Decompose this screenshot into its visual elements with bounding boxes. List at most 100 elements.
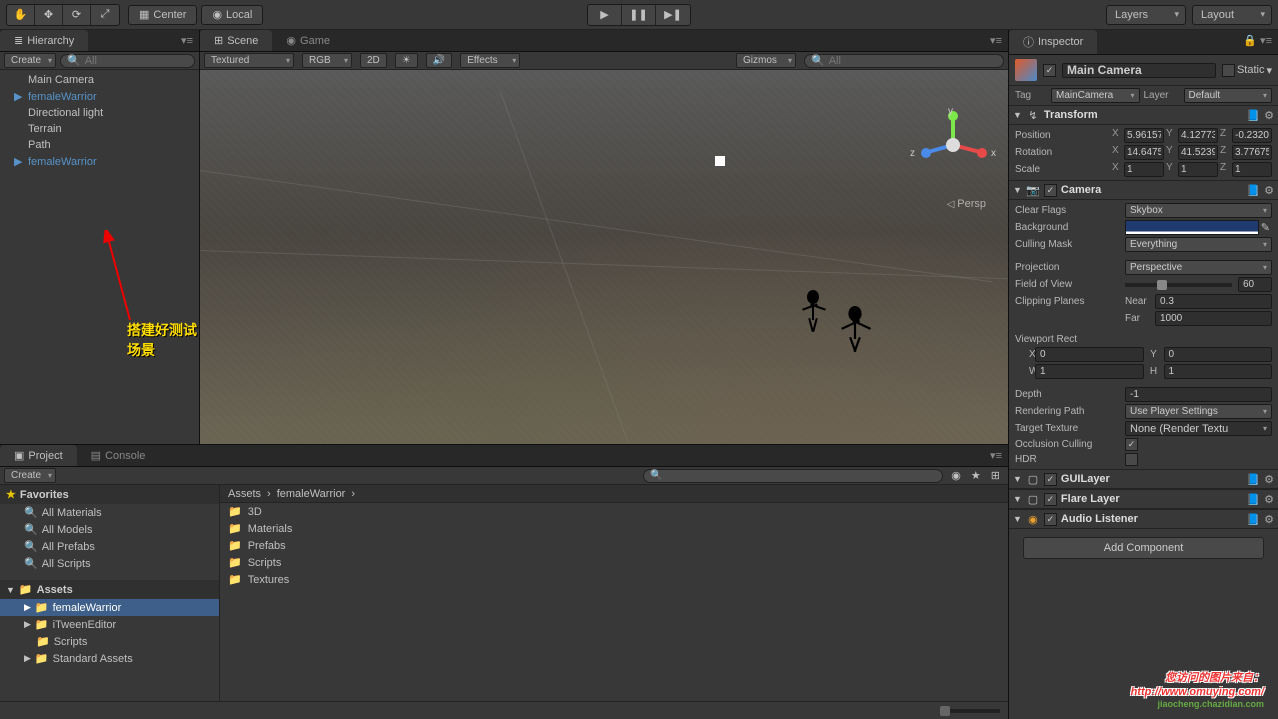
hdr-checkbox[interactable] xyxy=(1125,453,1138,466)
hierarchy-search[interactable]: 🔍All xyxy=(60,54,195,68)
game-tab[interactable]: ◉Game xyxy=(272,30,344,51)
projection-label[interactable]: ◁ Persp xyxy=(947,198,986,210)
audiolistener-component-header[interactable]: ▼◉✓Audio Listener📘⚙ xyxy=(1009,509,1278,529)
asset-folder-scripts[interactable]: 📁Scripts xyxy=(0,633,219,650)
help-icon[interactable]: 📘 xyxy=(1246,109,1260,122)
hierarchy-create-dropdown[interactable]: Create xyxy=(4,53,56,68)
scale-z-input[interactable] xyxy=(1232,162,1272,177)
projection-dropdown[interactable]: Perspective xyxy=(1125,260,1272,275)
selection-handle[interactable] xyxy=(715,156,725,166)
panel-menu-icon[interactable]: 🔒 ▾≡ xyxy=(1237,30,1278,54)
panel-menu-icon[interactable]: ▾≡ xyxy=(175,30,199,51)
collapse-icon[interactable]: ▼ xyxy=(1013,110,1022,120)
far-clip-input[interactable] xyxy=(1155,311,1272,326)
gear-icon[interactable]: ⚙ xyxy=(1264,493,1274,506)
scale-x-input[interactable] xyxy=(1124,162,1164,177)
help-icon[interactable]: 📘 xyxy=(1246,184,1260,197)
audio-toggle-icon[interactable]: 🔊 xyxy=(426,53,452,68)
assets-header[interactable]: ▼📁Assets xyxy=(0,580,219,599)
hierarchy-item-main-camera[interactable]: Main Camera xyxy=(0,72,199,88)
help-icon[interactable]: 📘 xyxy=(1246,493,1260,506)
audiolistener-enabled-checkbox[interactable]: ✓ xyxy=(1044,513,1057,526)
pivot-center-toggle[interactable]: ▦Center xyxy=(128,5,197,25)
help-icon[interactable]: 📘 xyxy=(1246,513,1260,526)
favorite-all-models[interactable]: 🔍All Models xyxy=(0,521,219,538)
asset-folder-standard-assets[interactable]: ▶📁Standard Assets xyxy=(0,650,219,667)
expand-icon[interactable]: ▶ xyxy=(24,619,31,630)
gear-icon[interactable]: ⚙ xyxy=(1264,184,1274,197)
flarelayer-component-header[interactable]: ▼▢✓Flare Layer📘⚙ xyxy=(1009,489,1278,509)
expand-icon[interactable]: ▶ xyxy=(14,90,24,103)
flarelayer-enabled-checkbox[interactable]: ✓ xyxy=(1044,493,1057,506)
hierarchy-tab[interactable]: ≣Hierarchy xyxy=(0,30,88,51)
scale-tool-icon[interactable]: ⤢ xyxy=(91,5,119,25)
play-button[interactable]: ▶ xyxy=(588,5,622,25)
viewport-y-input[interactable] xyxy=(1164,347,1273,362)
rotation-x-input[interactable] xyxy=(1124,145,1164,160)
layer-dropdown[interactable]: Default xyxy=(1184,88,1273,103)
rendering-path-dropdown[interactable]: Use Player Settings xyxy=(1125,404,1272,419)
viewport-h-input[interactable] xyxy=(1164,364,1273,379)
tag-dropdown[interactable]: MainCamera xyxy=(1051,88,1140,103)
layers-dropdown[interactable]: Layers xyxy=(1106,5,1186,25)
pause-button[interactable]: ❚❚ xyxy=(622,5,656,25)
background-color-field[interactable] xyxy=(1125,220,1259,235)
object-name-input[interactable] xyxy=(1062,63,1216,78)
filter-icon[interactable]: ⊞ xyxy=(987,469,1004,482)
local-global-toggle[interactable]: ◉Local xyxy=(201,5,263,25)
depth-input[interactable] xyxy=(1125,387,1272,402)
culling-mask-dropdown[interactable]: Everything xyxy=(1125,237,1272,252)
gameobject-icon[interactable] xyxy=(1015,59,1037,81)
filter-icon[interactable]: ◉ xyxy=(947,469,965,482)
fov-slider[interactable] xyxy=(1125,283,1232,287)
effects-dropdown[interactable]: Effects xyxy=(460,53,520,68)
clear-flags-dropdown[interactable]: Skybox xyxy=(1125,203,1272,218)
move-tool-icon[interactable]: ✥ xyxy=(35,5,63,25)
position-x-input[interactable] xyxy=(1124,128,1164,143)
orientation-gizmo[interactable]: y x z xyxy=(918,110,988,180)
hand-tool-icon[interactable]: ✋ xyxy=(7,5,35,25)
layout-dropdown[interactable]: Layout xyxy=(1192,5,1272,25)
eyedropper-icon[interactable]: ✎ xyxy=(1259,221,1272,234)
asset-folder-itweeneditor[interactable]: ▶📁iTweenEditor xyxy=(0,616,219,633)
icon-size-slider[interactable] xyxy=(940,709,1000,713)
folder-textures[interactable]: 📁Textures xyxy=(220,571,1008,588)
hierarchy-item-female-warrior-1[interactable]: ▶femaleWarrior xyxy=(0,88,199,105)
rotate-tool-icon[interactable]: ⟳ xyxy=(63,5,91,25)
step-button[interactable]: ▶❚ xyxy=(656,5,690,25)
camera-component-header[interactable]: ▼ 📷 ✓ Camera 📘 ⚙ xyxy=(1009,180,1278,200)
project-search[interactable]: 🔍 xyxy=(643,469,943,483)
viewport-x-input[interactable] xyxy=(1035,347,1144,362)
project-create-dropdown[interactable]: Create xyxy=(4,468,56,483)
help-icon[interactable]: 📘 xyxy=(1246,473,1260,486)
expand-icon[interactable]: ▶ xyxy=(24,653,31,664)
2d-toggle[interactable]: 2D xyxy=(360,53,387,68)
fov-input[interactable] xyxy=(1238,277,1272,292)
position-y-input[interactable] xyxy=(1178,128,1218,143)
transform-component-header[interactable]: ▼ ↯ Transform 📘 ⚙ xyxy=(1009,105,1278,125)
console-tab[interactable]: ▤Console xyxy=(77,445,160,466)
viewport-w-input[interactable] xyxy=(1035,364,1144,379)
gear-icon[interactable]: ⚙ xyxy=(1264,513,1274,526)
project-tab[interactable]: ▣Project xyxy=(0,445,77,466)
light-toggle-icon[interactable]: ☀ xyxy=(395,53,418,68)
occlusion-culling-checkbox[interactable]: ✓ xyxy=(1125,438,1138,451)
guilayer-component-header[interactable]: ▼▢✓GUILayer📘⚙ xyxy=(1009,469,1278,489)
scene-search[interactable]: 🔍All xyxy=(804,54,1004,68)
collapse-icon[interactable]: ▼ xyxy=(1013,185,1022,195)
folder-materials[interactable]: 📁Materials xyxy=(220,520,1008,537)
favorite-all-prefabs[interactable]: 🔍All Prefabs xyxy=(0,538,219,555)
hierarchy-item-female-warrior-2[interactable]: ▶femaleWarrior xyxy=(0,153,199,170)
favorite-all-scripts[interactable]: 🔍All Scripts xyxy=(0,555,219,572)
scale-y-input[interactable] xyxy=(1178,162,1218,177)
expand-icon[interactable]: ▼ xyxy=(6,585,15,595)
active-checkbox[interactable]: ✓ xyxy=(1043,64,1056,77)
collapse-icon[interactable]: ▼ xyxy=(1013,514,1022,524)
breadcrumb-assets[interactable]: Assets xyxy=(228,488,261,500)
asset-folder-femalewarrior[interactable]: ▶📁femaleWarrior xyxy=(0,599,219,616)
folder-3d[interactable]: 📁3D xyxy=(220,503,1008,520)
static-checkbox[interactable] xyxy=(1222,64,1235,77)
favorite-all-materials[interactable]: 🔍All Materials xyxy=(0,504,219,521)
camera-enabled-checkbox[interactable]: ✓ xyxy=(1044,184,1057,197)
rotation-y-input[interactable] xyxy=(1178,145,1218,160)
